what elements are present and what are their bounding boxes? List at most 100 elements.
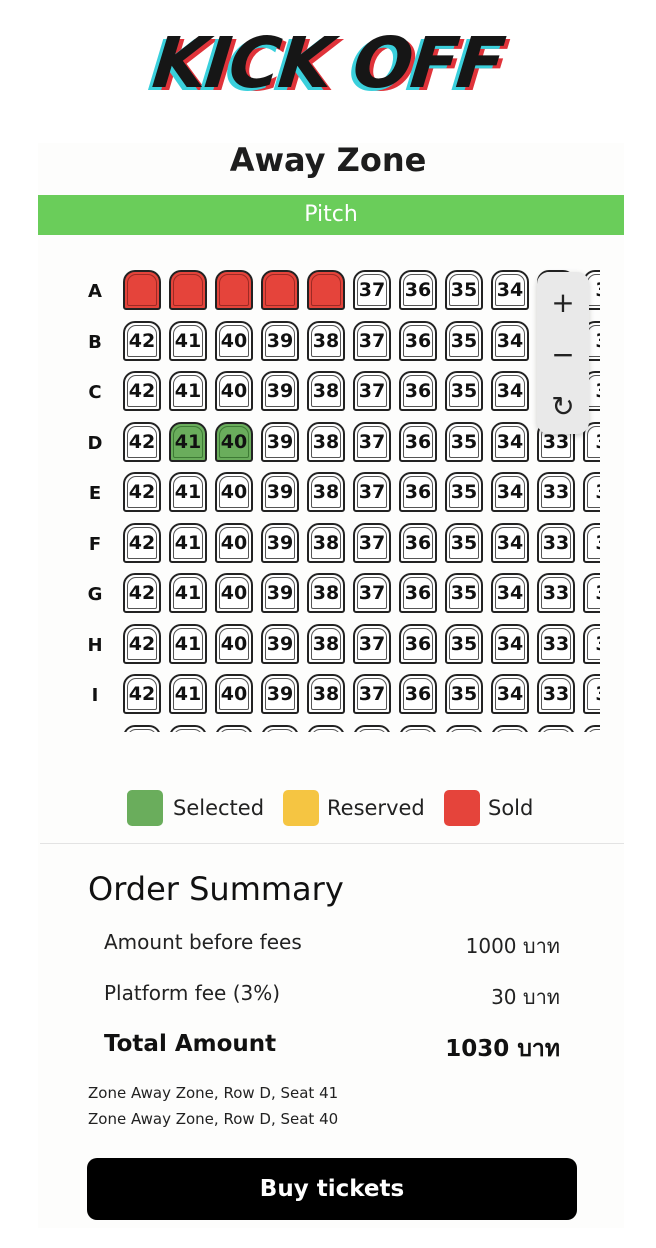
seat-available[interactable]: 33 [537,472,575,512]
seat-available[interactable]: 36 [399,573,437,613]
seat-available[interactable]: 33 [537,623,575,664]
seat-available[interactable] [169,724,207,732]
seat-available[interactable]: 42 [123,371,161,411]
seat-available[interactable]: 37 [353,674,391,714]
seat-available[interactable]: 38 [307,371,345,411]
seat-available[interactable] [491,724,529,732]
seat-available[interactable]: 42 [123,472,161,512]
seat-available[interactable] [583,724,600,732]
seat-available[interactable]: 35 [445,674,483,714]
seat-available[interactable]: 42 [123,522,161,563]
seat-available[interactable]: 38 [307,522,345,563]
seat-available[interactable]: 35 [445,421,483,462]
reset-zoom-icon[interactable]: ↻ [537,380,589,434]
seat-available[interactable]: 3 [583,623,600,664]
seat-available[interactable]: 40 [215,320,253,361]
seat-available[interactable]: 39 [261,371,299,411]
seat-available[interactable]: 39 [261,522,299,563]
seat-available[interactable]: 41 [169,472,207,512]
seat-selected[interactable]: 40 [215,421,253,462]
seat-available[interactable]: 38 [307,623,345,664]
seat-available[interactable] [215,724,253,732]
seat-available[interactable]: 37 [353,573,391,613]
seat-available[interactable]: 35 [445,522,483,563]
seat-available[interactable]: 34 [491,320,529,361]
seat-available[interactable]: 34 [491,270,529,310]
seat-available[interactable]: 42 [123,421,161,462]
seat-available[interactable]: 35 [445,270,483,310]
seat-available[interactable] [399,724,437,732]
seat-available[interactable]: 41 [169,371,207,411]
seat-available[interactable]: 38 [307,674,345,714]
seat-available[interactable]: 3 [583,573,600,613]
seat-available[interactable]: 36 [399,320,437,361]
seat-available[interactable]: 38 [307,421,345,462]
seat-available[interactable]: 36 [399,623,437,664]
seat-available[interactable]: 40 [215,573,253,613]
seat-available[interactable]: 33 [537,522,575,563]
seat-available[interactable]: 42 [123,573,161,613]
seat-available[interactable]: 37 [353,522,391,563]
zoom-in-button[interactable]: + [537,276,589,330]
seat-available[interactable]: 34 [491,623,529,664]
seat-available[interactable]: 35 [445,623,483,664]
seat-available[interactable]: 39 [261,573,299,613]
seat-available[interactable]: 39 [261,421,299,462]
seat-available[interactable] [261,724,299,732]
seat-available[interactable]: 41 [169,573,207,613]
seat-available[interactable]: 3 [583,522,600,563]
seat-available[interactable]: 36 [399,674,437,714]
seat-available[interactable] [445,724,483,732]
seat-available[interactable]: 34 [491,674,529,714]
seat-available[interactable]: 38 [307,472,345,512]
seat-available[interactable]: 39 [261,674,299,714]
seat-available[interactable]: 41 [169,674,207,714]
seat-map[interactable]: 3736353433342414039383736353433342414039… [70,268,600,732]
buy-tickets-button[interactable]: Buy tickets [87,1158,577,1220]
seat-available[interactable]: 36 [399,371,437,411]
seat-available[interactable]: 40 [215,371,253,411]
seat-available[interactable]: 42 [123,623,161,664]
seat-available[interactable]: 38 [307,573,345,613]
seat-available[interactable] [123,724,161,732]
seat-available[interactable]: 34 [491,573,529,613]
seat-available[interactable]: 40 [215,674,253,714]
seat-available[interactable]: 38 [307,320,345,361]
seat-available[interactable]: 3 [583,472,600,512]
seat-available[interactable]: 37 [353,421,391,462]
seat-available[interactable]: 34 [491,472,529,512]
seat-available[interactable]: 41 [169,522,207,563]
seat-available[interactable]: 40 [215,522,253,563]
seat-available[interactable]: 36 [399,421,437,462]
seat-available[interactable]: 42 [123,320,161,361]
seat-available[interactable]: 39 [261,472,299,512]
zoom-out-button[interactable]: − [537,328,589,382]
seat-available[interactable]: 37 [353,623,391,664]
seat-available[interactable]: 41 [169,320,207,361]
seat-available[interactable]: 36 [399,522,437,563]
seat-available[interactable]: 36 [399,270,437,310]
seat-available[interactable] [353,724,391,732]
seat-available[interactable]: 37 [353,320,391,361]
seat-available[interactable]: 35 [445,320,483,361]
seat-available[interactable]: 35 [445,472,483,512]
seat-available[interactable]: 34 [491,522,529,563]
seat-available[interactable] [307,724,345,732]
seat-available[interactable]: 3 [583,674,600,714]
seat-available[interactable]: 39 [261,320,299,361]
seat-available[interactable]: 33 [537,573,575,613]
seat-available[interactable]: 35 [445,573,483,613]
seat-available[interactable]: 37 [353,270,391,310]
seat-available[interactable]: 37 [353,371,391,411]
seat-available[interactable]: 39 [261,623,299,664]
seat-available[interactable]: 36 [399,472,437,512]
seat-available[interactable]: 33 [537,674,575,714]
seat-available[interactable]: 35 [445,371,483,411]
seat-available[interactable]: 37 [353,472,391,512]
seat-available[interactable]: 41 [169,623,207,664]
seat-available[interactable]: 40 [215,623,253,664]
seat-available[interactable]: 40 [215,472,253,512]
seat-available[interactable] [537,724,575,732]
seat-available[interactable]: 42 [123,674,161,714]
seat-selected[interactable]: 41 [169,421,207,462]
